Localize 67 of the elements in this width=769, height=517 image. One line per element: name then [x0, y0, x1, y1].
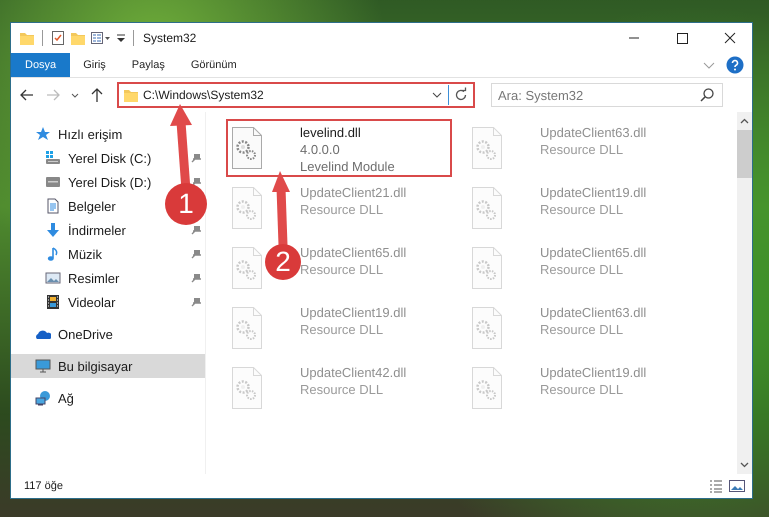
document-icon: [45, 198, 61, 214]
quick-access-item[interactable]: Hızlı erişim: [35, 122, 122, 146]
sidebar-item[interactable]: Bu bilgisayar: [11, 354, 205, 378]
help-icon[interactable]: [726, 56, 744, 74]
pin-icon[interactable]: [191, 273, 201, 283]
window-title: System32: [143, 31, 196, 45]
sidebar-item[interactable]: Ağ: [11, 386, 205, 410]
file-detail: Resource DLL: [540, 201, 624, 218]
sidebar-item[interactable]: Yerel Disk (C:): [45, 146, 201, 170]
file-detail: Levelind Module: [300, 158, 395, 175]
step-badge: 1: [165, 183, 207, 225]
item-count: 117 öğe: [24, 480, 63, 492]
scrollbar-thumb[interactable]: [737, 130, 752, 178]
folder-icon: [123, 87, 139, 103]
file-detail: Resource DLL: [540, 141, 624, 158]
gear-file-icon: [470, 246, 504, 290]
scrollbar[interactable]: [737, 112, 752, 474]
drive-icon: [45, 174, 61, 190]
large-icons-view-icon[interactable]: [728, 478, 746, 494]
file-detail: Resource DLL: [540, 321, 624, 338]
file-detail: Resource DLL: [300, 201, 384, 218]
star-icon: [35, 126, 51, 142]
file-detail: 4.0.0.0: [300, 141, 340, 158]
file-item[interactable]: levelind.dll 4.0.0.0 Levelind Module: [226, 119, 452, 177]
gear-file-icon: [230, 306, 264, 350]
gear-file-icon: [470, 186, 504, 230]
ribbon-tab[interactable]: Paylaş: [118, 53, 178, 77]
gear-file-icon: [470, 306, 504, 350]
gear-file-icon: [230, 186, 264, 230]
refresh-icon[interactable]: [453, 87, 469, 103]
details-view-icon[interactable]: [708, 478, 724, 494]
sidebar-item[interactable]: Müzik: [45, 242, 201, 266]
sidebar-item[interactable]: Resimler: [45, 266, 201, 290]
network-icon: [35, 390, 51, 406]
sidebar-item[interactable]: Belgeler: [45, 194, 116, 218]
pin-icon[interactable]: [191, 249, 201, 259]
file-detail: Resource DLL: [300, 381, 384, 398]
pin-icon[interactable]: [191, 153, 201, 163]
drive-icon: [45, 150, 61, 166]
file-detail: Resource DLL: [540, 261, 624, 278]
address-path: C:\Windows\System32: [143, 88, 265, 102]
pin-icon[interactable]: [191, 297, 201, 307]
file-name: levelind.dll: [300, 124, 361, 141]
gear-file-icon: [230, 246, 264, 290]
gear-file-icon: [230, 366, 264, 410]
properties-icon[interactable]: [90, 30, 112, 46]
download-arrow-icon: [45, 222, 61, 238]
step-badge: 2: [265, 244, 301, 280]
address-bar[interactable]: C:\Windows\System32: [117, 82, 475, 108]
sidebar-item[interactable]: OneDrive: [11, 322, 205, 346]
monitor-icon: [35, 358, 51, 374]
ribbon-tab[interactable]: Dosya: [11, 53, 70, 77]
ribbon-tab[interactable]: Giriş: [70, 53, 119, 77]
gear-file-icon: [470, 366, 504, 410]
picture-icon: [45, 270, 61, 286]
sidebar-item[interactable]: Videolar: [45, 290, 201, 314]
checklist-icon[interactable]: [50, 30, 66, 46]
film-icon: [45, 294, 61, 310]
ribbon-tab[interactable]: Görünüm: [178, 53, 250, 77]
pin-icon[interactable]: [191, 177, 201, 187]
gear-file-icon: [470, 126, 504, 170]
file-detail: Resource DLL: [540, 381, 624, 398]
file-detail: Resource DLL: [300, 321, 384, 338]
file-detail: Resource DLL: [300, 261, 384, 278]
pin-icon[interactable]: [191, 225, 201, 235]
search-field[interactable]: Ara: System32: [491, 83, 723, 107]
gear-file-icon: [230, 126, 264, 170]
